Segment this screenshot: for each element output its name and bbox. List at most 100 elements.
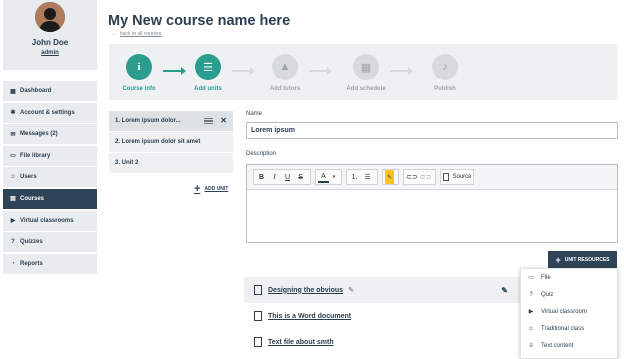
sidebar-item-messages-2[interactable]: ✉ Messages (2) — [3, 124, 97, 145]
unit-item[interactable]: 1. Lorem ipsum dolor... ✕ — [109, 111, 233, 132]
sidebar-item-account-settings[interactable]: ✱ Account & settings — [3, 102, 97, 123]
chart-icon: ◔ — [11, 260, 15, 267]
close-icon[interactable]: ✕ — [220, 116, 227, 125]
unit-label: 1. Lorem ipsum dolor... — [115, 118, 181, 124]
sidebar-item-courses[interactable]: ▤ Courses — [3, 188, 97, 209]
resource-name-link[interactable]: Designing the obvious — [268, 287, 343, 294]
resources-list: Designing the obvious ✎ ✎ This is a Word do… — [244, 277, 520, 355]
edit-pencil-icon[interactable]: ✎ — [501, 286, 508, 295]
bell-icon: ♪ — [432, 54, 458, 80]
step-course-info[interactable]: i Course info — [109, 54, 169, 92]
step-add-schedule[interactable]: ▦ Add schedule — [336, 54, 396, 92]
unit-item[interactable]: 3. Unit 2 — [109, 153, 233, 174]
numbered-list-icon[interactable]: ⒈ — [349, 170, 360, 184]
rename-pencil-icon[interactable]: ✎ — [348, 286, 354, 294]
unit-resources-button[interactable]: + UNIT RESOURCES — [548, 251, 617, 268]
sidebar-item-reports[interactable]: ◔ Reports — [3, 253, 97, 274]
plus-icon: + — [194, 183, 201, 195]
profile-role-link[interactable]: admin — [3, 50, 97, 56]
step-label: Add units — [194, 86, 222, 92]
unit-label: 2. Lorem ipsum dolor sit amet — [115, 139, 201, 145]
sidebar-nav: ▦ Dashboard ✱ Account & settings ✉ Messages (… — [3, 81, 97, 275]
menu-item-traditional-class[interactable]: ☺ Traditional class — [521, 320, 617, 337]
unlink-icon[interactable]: ⊂⊃ — [420, 170, 432, 184]
sidebar-item-label: Virtual classrooms — [20, 217, 74, 224]
menu-item-label: File — [541, 274, 551, 281]
graduation-cap-icon: ▲ — [272, 54, 298, 80]
step-label: Publish — [434, 86, 456, 92]
source-group: Source — [440, 169, 475, 185]
step-connector-arrow — [390, 67, 413, 75]
description-editor[interactable]: B I U S A ▾ ⒈ ☰ ✎ ⊂⊃ ⊂⊃ Source — [246, 164, 618, 243]
sidebar-item-quizzes[interactable]: ? Quizzes — [3, 232, 97, 253]
calendar-icon: ▦ — [353, 54, 379, 80]
question-icon: ? — [11, 239, 15, 246]
gear-icon: ✱ — [10, 110, 16, 117]
step-connector-arrow — [309, 67, 332, 75]
strikethrough-button[interactable]: S — [295, 170, 306, 184]
word-icon — [254, 311, 262, 321]
resource-item[interactable]: This is a Word document — [244, 303, 516, 329]
menu-item-label: Traditional class — [541, 325, 585, 332]
step-publish[interactable]: ♪ Publish — [415, 54, 475, 92]
resource-name-link[interactable]: This is a Word document — [268, 313, 351, 320]
courses-icon: ▤ — [10, 196, 16, 203]
step-label: Add tutors — [269, 86, 301, 92]
name-input[interactable]: Lorem ipsum — [246, 122, 618, 139]
step-label: Add schedule — [346, 86, 386, 92]
dashboard-icon: ▦ — [10, 88, 16, 95]
users-icon: ☺ — [527, 325, 535, 332]
sidebar-item-users[interactable]: ☺ Users — [3, 167, 97, 188]
add-unit-button[interactable]: + ADD UNIT — [194, 183, 228, 195]
units-list: 1. Lorem ipsum dolor... ✕ 2. Lorem ipsum d… — [109, 111, 233, 174]
profile-card: John Doe admin — [3, 0, 97, 70]
page-title: My New course name here — [108, 13, 291, 29]
step-connector-arrow — [232, 67, 255, 75]
back-link[interactable]: ← back to all courses — [112, 31, 161, 37]
plus-icon: + — [555, 254, 561, 265]
sidebar-item-file-library[interactable]: ▭ File library — [3, 145, 97, 166]
resource-item[interactable]: Designing the obvious ✎ ✎ — [244, 277, 520, 303]
resource-item[interactable]: Text file about smth — [244, 329, 516, 355]
course-stepper: i Course info ☰ Add units ▲ Add tutors ▦ Add sc… — [109, 44, 617, 100]
step-add-units[interactable]: ☰ Add units — [178, 54, 238, 92]
italic-button[interactable]: I — [269, 170, 280, 184]
bulleted-list-icon[interactable]: ☰ — [362, 170, 373, 184]
menu-item-label: Virtual classroom — [541, 308, 587, 315]
menu-item-quiz[interactable]: ? Quiz — [521, 286, 617, 303]
text-file-icon — [254, 337, 262, 347]
unit-label: 3. Unit 2 — [115, 160, 139, 166]
sidebar-item-label: Reports — [20, 260, 43, 267]
menu-item-file[interactable]: ▭ File — [521, 269, 617, 286]
drag-handle-icon[interactable] — [204, 118, 213, 124]
users-icon: ☺ — [9, 174, 17, 181]
bold-button[interactable]: B — [256, 170, 267, 184]
sidebar-item-virtual-classrooms[interactable]: ▶ Virtual classrooms — [3, 210, 97, 231]
avatar[interactable] — [35, 2, 65, 32]
sidebar: John Doe admin ▦ Dashboard ✱ Account & sett… — [3, 0, 97, 274]
menu-item-text-content[interactable]: ≡ Text content — [521, 337, 617, 354]
user-silhouette-icon — [35, 2, 65, 32]
sidebar-item-label: Account & settings — [20, 109, 75, 116]
chevron-down-icon[interactable]: ▾ — [331, 170, 337, 184]
text-icon: ≡ — [529, 342, 533, 349]
text-color-button[interactable]: A — [318, 171, 329, 183]
text-format-group: B I U S — [253, 169, 311, 185]
list-icon: ☰ — [195, 54, 221, 80]
step-label: Course info — [122, 86, 156, 92]
sidebar-item-dashboard[interactable]: ▦ Dashboard — [3, 81, 97, 101]
step-add-tutors[interactable]: ▲ Add tutors — [255, 54, 315, 92]
highlight-icon[interactable]: ✎ — [385, 170, 394, 184]
source-button[interactable]: Source — [443, 173, 471, 181]
list-group: ⒈ ☰ — [346, 169, 378, 185]
unit-item[interactable]: 2. Lorem ipsum dolor sit amet — [109, 132, 233, 153]
resource-name-link[interactable]: Text file about smth — [268, 339, 334, 346]
add-unit-label: ADD UNIT — [204, 186, 229, 192]
menu-item-virtual-classroom[interactable]: ▶ Virtual classroom — [521, 303, 617, 320]
profile-name: John Doe — [31, 38, 69, 47]
sidebar-item-label: File library — [20, 152, 51, 159]
underline-button[interactable]: U — [282, 170, 293, 184]
name-label: Name — [246, 111, 263, 117]
unit-resources-label: UNIT RESOURCES — [564, 256, 610, 263]
link-icon[interactable]: ⊂⊃ — [406, 170, 418, 184]
